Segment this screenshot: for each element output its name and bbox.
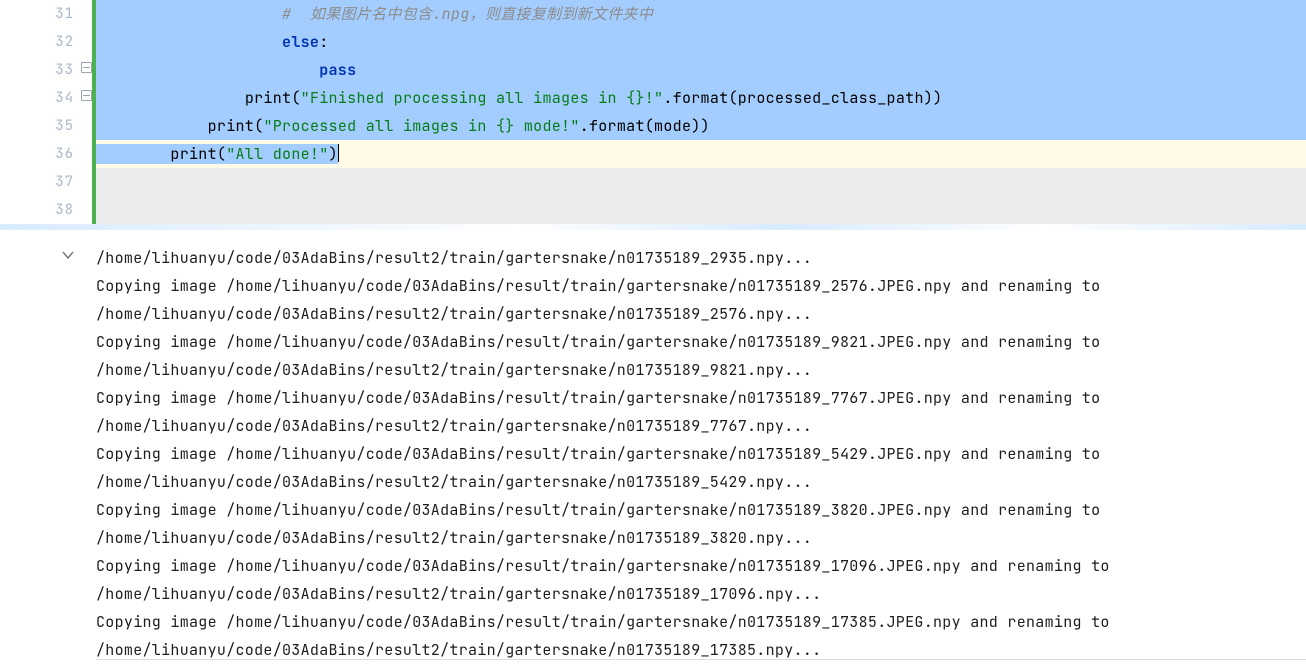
indent <box>96 4 282 24</box>
line-number: 31 <box>0 0 74 28</box>
string-literal: "All done!" <box>226 144 328 164</box>
code-rest: .format(mode)) <box>580 116 710 136</box>
fold-column <box>80 0 92 224</box>
colon: : <box>319 32 328 52</box>
console-line: /home/lihuanyu/code/03AdaBins/result2/tr… <box>96 300 1306 328</box>
line-number: 38 <box>0 196 74 224</box>
console-panel: /home/lihuanyu/code/03AdaBins/result2/tr… <box>0 230 1306 660</box>
console-output[interactable]: /home/lihuanyu/code/03AdaBins/result2/tr… <box>96 230 1306 660</box>
console-line: Copying image /home/lihuanyu/code/03AdaB… <box>96 496 1306 524</box>
console-line: Copying image /home/lihuanyu/code/03AdaB… <box>96 328 1306 356</box>
line-number: 34 <box>0 84 74 112</box>
string-literal: "Finished processing all images in {}!" <box>301 88 664 108</box>
code-line[interactable]: pass <box>96 56 1306 84</box>
console-line: Copying image /home/lihuanyu/code/03AdaB… <box>96 552 1306 580</box>
string-literal: "Processed all images in {} mode!" <box>263 116 579 136</box>
code-line[interactable]: print("Finished processing all images in… <box>96 84 1306 112</box>
indent <box>96 116 208 136</box>
code-area[interactable]: # 如果图片名中包含.npg，则直接复制到新文件夹中 else: pass pr… <box>96 0 1306 224</box>
indent <box>96 144 170 164</box>
code-line[interactable]: print("Processed all images in {} mode!"… <box>96 112 1306 140</box>
line-number: 35 <box>0 112 74 140</box>
paren-open: ( <box>217 144 226 164</box>
call-print: print <box>245 88 292 108</box>
console-line: Copying image /home/lihuanyu/code/03AdaB… <box>96 272 1306 300</box>
line-number: 33 <box>0 56 74 84</box>
console-line: Copying image /home/lihuanyu/code/03AdaB… <box>96 440 1306 468</box>
code-line-empty[interactable] <box>96 168 1306 196</box>
console-line: Copying image /home/lihuanyu/code/03AdaB… <box>96 384 1306 412</box>
keyword-else: else <box>282 32 319 52</box>
line-number: 36 <box>0 140 74 168</box>
console-line: /home/lihuanyu/code/03AdaBins/result2/tr… <box>96 636 1306 664</box>
line-number: 32 <box>0 28 74 56</box>
keyword-pass: pass <box>319 60 356 80</box>
chevron-down-icon[interactable] <box>62 248 74 260</box>
code-line[interactable]: # 如果图片名中包含.npg，则直接复制到新文件夹中 <box>96 0 1306 28</box>
paren-open: ( <box>291 88 300 108</box>
call-print: print <box>170 144 217 164</box>
console-line: /home/lihuanyu/code/03AdaBins/result2/tr… <box>96 412 1306 440</box>
console-line: /home/lihuanyu/code/03AdaBins/result2/tr… <box>96 468 1306 496</box>
console-line: /home/lihuanyu/code/03AdaBins/result2/tr… <box>96 580 1306 608</box>
console-gutter <box>0 230 96 660</box>
text-caret <box>338 144 339 162</box>
paren-close: ) <box>329 144 338 164</box>
ide-window: 31 32 33 34 35 36 37 38 # 如果图片名中包含.npg，则… <box>0 0 1306 672</box>
code-editor[interactable]: 31 32 33 34 35 36 37 38 # 如果图片名中包含.npg，则… <box>0 0 1306 224</box>
fold-toggle-icon[interactable] <box>81 62 92 73</box>
code-line-empty[interactable] <box>96 196 1306 224</box>
gutter: 31 32 33 34 35 36 37 38 <box>0 0 80 224</box>
indent <box>96 60 319 80</box>
comment-text: # 如果图片名中包含.npg，则直接复制到新文件夹中 <box>282 4 653 24</box>
call-print: print <box>208 116 255 136</box>
indent <box>96 88 245 108</box>
line-number: 37 <box>0 168 74 196</box>
code-line[interactable]: else: <box>96 28 1306 56</box>
console-line: Copying image /home/lihuanyu/code/03AdaB… <box>96 608 1306 636</box>
code-rest: .format(processed_class_path)) <box>663 88 942 108</box>
indent <box>96 32 282 52</box>
console-line: /home/lihuanyu/code/03AdaBins/result2/tr… <box>96 356 1306 384</box>
console-line: /home/lihuanyu/code/03AdaBins/result2/tr… <box>96 244 1306 272</box>
horizontal-separator <box>0 224 1306 230</box>
console-line: /home/lihuanyu/code/03AdaBins/result2/tr… <box>96 524 1306 552</box>
code-line-current[interactable]: print("All done!") <box>96 140 1306 168</box>
fold-toggle-icon[interactable] <box>81 90 92 101</box>
